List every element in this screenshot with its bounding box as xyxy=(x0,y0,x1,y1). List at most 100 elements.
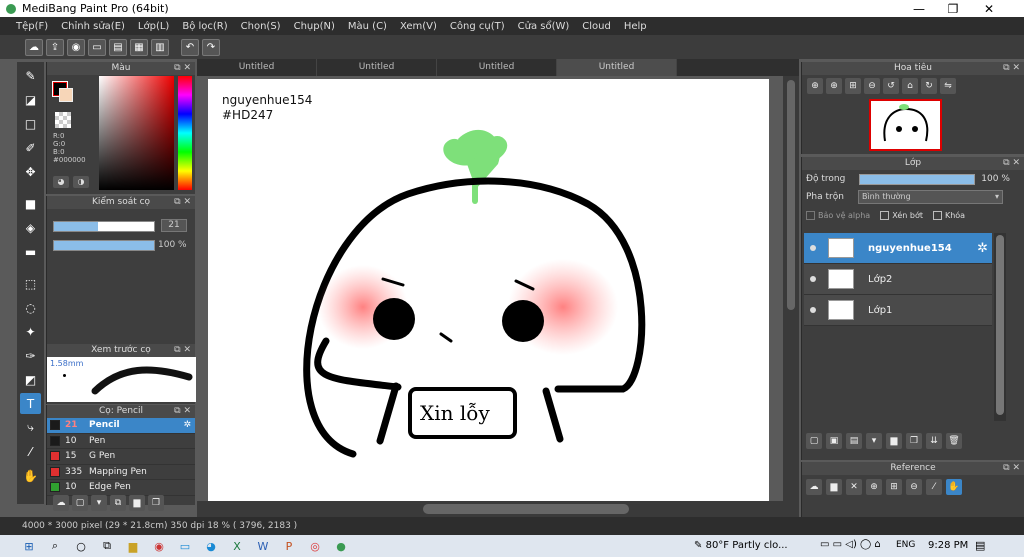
layer-scrollbar[interactable] xyxy=(994,233,1006,421)
tab-untitled-1[interactable]: Untitled xyxy=(197,59,317,76)
bucket-tool-icon[interactable]: ◈ xyxy=(20,217,41,238)
menu-layer[interactable]: Lớp(L) xyxy=(138,21,169,32)
new-8bit-layer-icon[interactable]: ▤ xyxy=(846,433,862,449)
zoom-out-icon[interactable]: ⊖ xyxy=(864,78,880,94)
edge-browser-icon[interactable]: ◕ xyxy=(200,537,222,555)
lock-checkbox[interactable] xyxy=(932,210,942,220)
duplicate-layer-icon[interactable]: ❐ xyxy=(906,433,922,449)
menu-view[interactable]: Xem(V) xyxy=(400,21,437,32)
minimize-button[interactable]: — xyxy=(902,0,936,17)
close-button[interactable]: ✕ xyxy=(972,0,1006,17)
panel-layout-icon[interactable]: ▥ xyxy=(151,38,169,56)
pen-tool-icon[interactable]: ✐ xyxy=(20,137,41,158)
cloud-icon[interactable]: ☁ xyxy=(25,38,43,56)
palette-icon[interactable]: ◕ xyxy=(53,176,69,188)
app-icon-red[interactable]: ◉ xyxy=(148,537,170,555)
add-brush-icon[interactable]: ▾ xyxy=(91,495,107,511)
duplicate-icon[interactable]: ❐ xyxy=(148,495,164,511)
monitor-icon[interactable]: ▭ xyxy=(174,537,196,555)
upload-icon[interactable]: ⇪ xyxy=(46,38,64,56)
visibility-icon[interactable] xyxy=(810,276,816,282)
color-wheel-icon[interactable]: ◑ xyxy=(73,176,89,188)
menu-window[interactable]: Cửa sổ(W) xyxy=(518,21,570,32)
rectangle-tool-icon[interactable]: □ xyxy=(20,113,41,134)
merge-layer-icon[interactable]: ⇊ xyxy=(926,433,942,449)
brush-tool-icon[interactable]: ✎ xyxy=(20,65,41,86)
reference-hand-icon[interactable]: ✋ xyxy=(946,479,962,495)
panel-options-icon[interactable]: ⧉ ✕ xyxy=(1003,462,1020,475)
layer-folder-icon[interactable]: ▆ xyxy=(886,433,902,449)
reference-eyedropper-icon[interactable]: ⁄ xyxy=(926,479,942,495)
blend-mode-select[interactable]: Bình thường ▾ xyxy=(857,190,1003,204)
protect-alpha-checkbox[interactable] xyxy=(806,210,815,220)
brush-item[interactable]: 10 Edge Pen xyxy=(47,480,195,496)
horizontal-scroll-thumb[interactable] xyxy=(423,504,629,514)
panel-options-icon[interactable]: ⧉ ✕ xyxy=(174,344,191,357)
brush-size-slider[interactable] xyxy=(53,221,155,232)
comment-icon[interactable]: ◉ xyxy=(67,38,85,56)
medibang-icon[interactable]: ● xyxy=(330,537,352,555)
rotate-right-icon[interactable]: ↻ xyxy=(921,78,937,94)
horizontal-scrollbar[interactable] xyxy=(197,501,799,517)
move-tool-icon[interactable]: ✥ xyxy=(20,161,41,182)
panel-options-icon[interactable]: ⧉ ✕ xyxy=(1003,62,1020,75)
cortana-icon[interactable]: ○ xyxy=(70,537,92,555)
brush-opacity-slider[interactable] xyxy=(53,240,155,251)
new-halftone-layer-icon[interactable]: ▣ xyxy=(826,433,842,449)
visibility-icon[interactable] xyxy=(810,245,816,251)
panel-options-icon[interactable]: ⧉ ✕ xyxy=(174,196,191,209)
brush-size-value[interactable]: 21 xyxy=(161,219,187,232)
menu-edit[interactable]: Chỉnh sửa(E) xyxy=(61,21,125,32)
brush-item[interactable]: 15 G Pen xyxy=(47,449,195,465)
notification-icon[interactable]: ▤ xyxy=(975,539,985,552)
speech-bubble-icon[interactable]: ▭ xyxy=(88,38,106,56)
menu-select[interactable]: Chọn(S) xyxy=(241,21,281,32)
zoom-in-icon[interactable]: ⊕ xyxy=(807,78,823,94)
canvas-area[interactable]: nguyenhue154 #HD247 Xin lỗy xyxy=(197,76,783,501)
gear-icon[interactable]: ✲ xyxy=(977,241,988,256)
fit-window-icon[interactable]: ⊞ xyxy=(845,78,861,94)
menu-tools[interactable]: Công cụ(T) xyxy=(450,21,505,32)
canvas-paper[interactable]: nguyenhue154 #HD247 Xin lỗy xyxy=(208,79,769,501)
language-indicator[interactable]: ENG xyxy=(896,540,915,550)
fill-shape-tool-icon[interactable]: ■ xyxy=(20,193,41,214)
zoom-in-alt-icon[interactable]: ⊕ xyxy=(826,78,842,94)
panel-options-icon[interactable]: ⧉ ✕ xyxy=(174,405,191,418)
vertical-scroll-thumb[interactable] xyxy=(787,80,795,310)
saturation-value-picker[interactable] xyxy=(99,76,174,190)
navigator-thumbnail[interactable] xyxy=(869,99,942,151)
powerpoint-icon[interactable]: P xyxy=(278,537,300,555)
copy-brush-icon[interactable]: ⧉ xyxy=(110,495,126,511)
select-pen-tool-icon[interactable]: ✑ xyxy=(20,345,41,366)
reference-zoom-in-icon[interactable]: ⊕ xyxy=(866,479,882,495)
brush-item[interactable]: 21 Pencil ✲ xyxy=(47,418,195,434)
windows-start-icon[interactable]: ⊞ xyxy=(18,537,40,555)
delete-layer-icon[interactable]: 🗑 xyxy=(946,433,962,449)
weather-widget[interactable]: ✎ 80°F Partly clo... xyxy=(694,540,788,551)
select-eraser-tool-icon[interactable]: ◩ xyxy=(20,369,41,390)
menu-help[interactable]: Help xyxy=(624,21,647,32)
layer-item[interactable]: Lớp2 xyxy=(804,264,992,295)
text-tool-icon[interactable]: T xyxy=(20,393,41,414)
rotate-left-icon[interactable]: ↺ xyxy=(883,78,899,94)
tray-icons[interactable]: ▭ ▭ ◁) ◯ ⌂ xyxy=(820,539,881,550)
gradient-tool-icon[interactable]: ▬ xyxy=(20,241,41,262)
cloud-brush-icon[interactable]: ☁ xyxy=(53,495,69,511)
reference-fit-icon[interactable]: ⊞ xyxy=(886,479,902,495)
operation-tool-icon[interactable]: ⤷ xyxy=(20,417,41,438)
reference-zoom-out-icon[interactable]: ⊖ xyxy=(906,479,922,495)
select-tool-icon[interactable]: ⬚ xyxy=(20,273,41,294)
lasso-tool-icon[interactable]: ◌ xyxy=(20,297,41,318)
search-icon[interactable]: ⌕ xyxy=(44,537,66,555)
layer-item[interactable]: Lớp1 xyxy=(804,295,992,326)
file-explorer-icon[interactable]: ▆ xyxy=(122,537,144,555)
undo-icon[interactable]: ↶ xyxy=(181,38,199,56)
layer-opacity-slider[interactable] xyxy=(859,173,976,185)
transparent-color-swatch[interactable] xyxy=(55,112,71,128)
grid-icon[interactable]: ▦ xyxy=(130,38,148,56)
chrome-icon[interactable]: ◎ xyxy=(304,537,326,555)
new-brush-icon[interactable]: ▢ xyxy=(72,495,88,511)
visibility-icon[interactable] xyxy=(810,307,816,313)
vertical-scrollbar[interactable] xyxy=(783,76,799,501)
menu-snap[interactable]: Chụp(N) xyxy=(294,21,335,32)
